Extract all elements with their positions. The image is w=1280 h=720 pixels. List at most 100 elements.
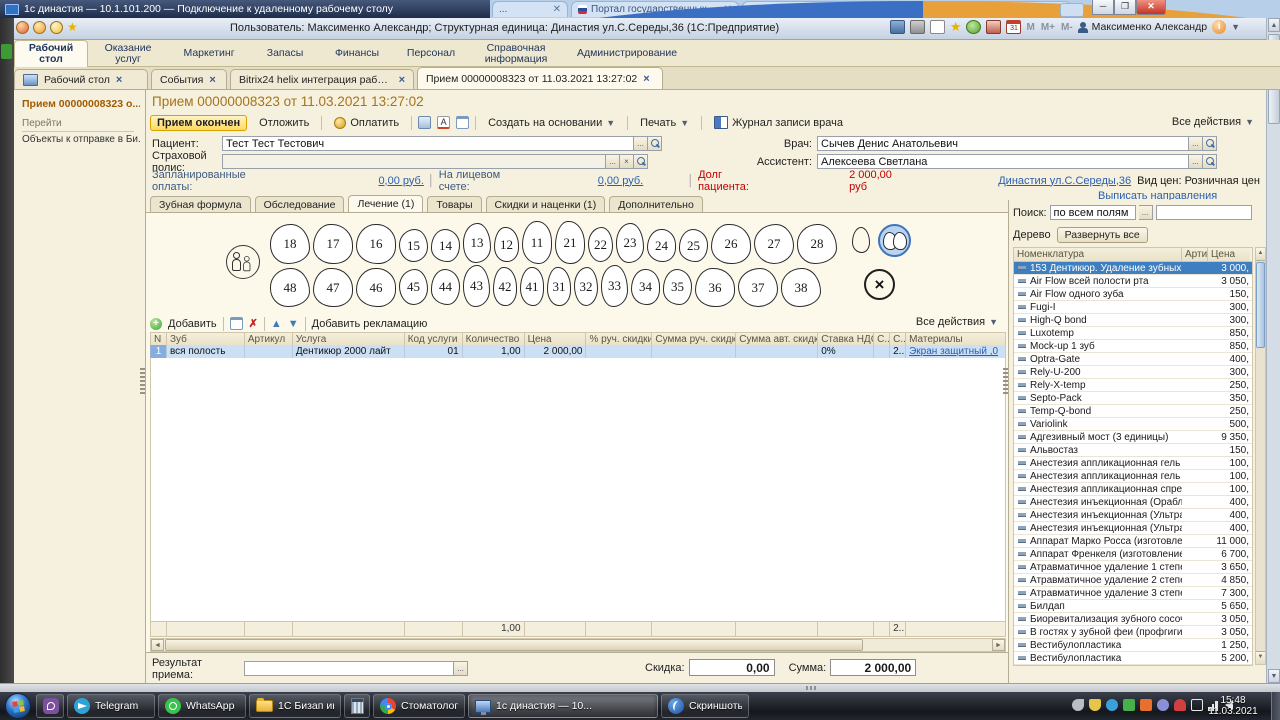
- patient-type-icon[interactable]: [226, 245, 260, 279]
- catalog-row[interactable]: Анестезия инъекционная (Ультракаин...400…: [1014, 522, 1252, 535]
- tooth-22[interactable]: 22: [588, 227, 613, 262]
- account-value[interactable]: 0,00 руб.: [598, 175, 643, 187]
- taskbar-button-chrome[interactable]: Стоматологичес...: [373, 694, 465, 718]
- window-scrollbar[interactable]: ▲ ▼: [1266, 18, 1280, 683]
- result-choose-button[interactable]: ...: [454, 661, 468, 676]
- page-tab-1[interactable]: Зубная формула: [150, 196, 251, 212]
- spellcheck-icon[interactable]: A: [437, 116, 450, 129]
- desktop-shortcut-icon[interactable]: [1, 44, 12, 59]
- print-icon[interactable]: [910, 20, 925, 34]
- policy-input[interactable]: [222, 154, 606, 169]
- tooth-12[interactable]: 12: [494, 227, 519, 262]
- main-menu-icon[interactable]: [16, 21, 29, 34]
- tooth-34[interactable]: 34: [631, 269, 660, 305]
- delete-row-icon[interactable]: ✗: [249, 317, 258, 330]
- taskbar-button-folder[interactable]: 1С Бизап интегра...: [249, 694, 341, 718]
- doc-tab[interactable]: События×: [151, 69, 227, 89]
- postpone-button[interactable]: Отложить: [253, 116, 315, 130]
- scroll-down-icon[interactable]: ▼: [1268, 669, 1280, 683]
- scroll-left-icon[interactable]: ◄: [151, 639, 164, 651]
- cell-c1[interactable]: [874, 345, 890, 358]
- selected-teeth-icon[interactable]: [878, 224, 911, 257]
- catalog-column-3[interactable]: Цена: [1208, 248, 1250, 261]
- catalog-row[interactable]: Variolink500,: [1014, 418, 1252, 431]
- cell-n[interactable]: 1: [151, 345, 167, 358]
- doc-tab[interactable]: Рабочий стол×: [14, 69, 148, 89]
- search-scope-button[interactable]: ...: [1139, 205, 1153, 220]
- tooth-35[interactable]: 35: [663, 269, 692, 305]
- catalog-row[interactable]: Аппарат Марко Росса (изготовление)11 000…: [1014, 535, 1252, 548]
- catalog-row[interactable]: Анестезия аппликационная гель100,: [1014, 470, 1252, 483]
- column-header-code[interactable]: Код услуги: [405, 332, 463, 345]
- assistant-search-icon[interactable]: [1203, 154, 1217, 169]
- catalog-row[interactable]: Адгезивный мост (3 единицы)9 350,: [1014, 431, 1252, 444]
- taskbar-button-yadisk[interactable]: Скриншоты - Ян...: [661, 694, 749, 718]
- tooth-37[interactable]: 37: [738, 268, 778, 307]
- column-header-manual_pct[interactable]: % руч. скидки: [586, 332, 652, 345]
- catalog-row[interactable]: Temp-Q-bond250,: [1014, 405, 1252, 418]
- section-tab-1[interactable]: Рабочий стол: [14, 40, 88, 67]
- cell-auto_sum[interactable]: [736, 345, 818, 358]
- remove-tooth-icon[interactable]: ×: [864, 269, 895, 300]
- services-table-body[interactable]: [150, 358, 1006, 622]
- tooth-32[interactable]: 32: [574, 267, 598, 306]
- add-row-button[interactable]: Добавить: [168, 318, 217, 330]
- catalog-row[interactable]: Mock-up 1 зуб850,: [1014, 340, 1252, 353]
- forward-icon[interactable]: [50, 21, 63, 34]
- restore-button[interactable]: ❐: [1114, 0, 1136, 15]
- hscroll-thumb[interactable]: [165, 639, 863, 651]
- tooth-13[interactable]: 13: [463, 223, 491, 263]
- doc-tab[interactable]: Прием 00000008323 от 11.03.2021 13:27:02…: [417, 67, 663, 89]
- report-icon[interactable]: [418, 116, 431, 129]
- column-header-auto_sum[interactable]: Сумма авт. скидки: [736, 332, 818, 345]
- tooth-27[interactable]: 27: [754, 224, 794, 264]
- section-tab-4[interactable]: Запасы: [250, 40, 320, 67]
- memory-key[interactable]: M-: [1061, 22, 1073, 33]
- cell-manual_sum[interactable]: [652, 345, 736, 358]
- catalog-row[interactable]: Rely-X-temp250,: [1014, 379, 1252, 392]
- tooth-31[interactable]: 31: [547, 267, 571, 306]
- cell-price[interactable]: 2 000,00: [525, 345, 587, 358]
- table-all-actions-button[interactable]: Все действия▼: [916, 316, 998, 328]
- tooth-36[interactable]: 36: [695, 268, 735, 307]
- section-tab-7[interactable]: Справочная информация: [468, 40, 564, 67]
- start-button[interactable]: [5, 693, 31, 719]
- column-header-manual_sum[interactable]: Сумма руч. скидки: [652, 332, 736, 345]
- catalog-row[interactable]: Rely-U-200300,: [1014, 366, 1252, 379]
- doctor-journal-button[interactable]: Журнал записи врача: [708, 115, 849, 130]
- taskbar-button-calc[interactable]: [344, 694, 370, 718]
- services-table-row[interactable]: 1вся полостьДентикюр 2000 лайт011,002 00…: [150, 345, 1006, 358]
- tooth-18[interactable]: 18: [270, 224, 310, 264]
- document-icon[interactable]: [456, 116, 469, 129]
- new-tab-button[interactable]: [1060, 3, 1084, 17]
- catalog-row[interactable]: Атравматичное удаление 1 степени сл...3 …: [1014, 561, 1252, 574]
- tab-close-icon[interactable]: ×: [643, 73, 649, 85]
- section-tab-8[interactable]: Администрирование: [564, 40, 690, 67]
- patient-search-icon[interactable]: [648, 136, 662, 151]
- save-icon[interactable]: [890, 20, 905, 34]
- add-claim-button[interactable]: Добавить рекламацию: [312, 318, 428, 330]
- planned-payments-value[interactable]: 0,00 руб.: [378, 175, 423, 187]
- tray-shield-icon[interactable]: [1089, 699, 1101, 711]
- browser-tab[interactable]: Стоматологическая клиника Д...✕: [742, 1, 910, 17]
- column-header-service[interactable]: Услуга: [293, 332, 405, 345]
- tooth-11[interactable]: 11: [522, 221, 552, 264]
- section-tab-5[interactable]: Финансы: [320, 40, 394, 67]
- policy-choose-button[interactable]: ...: [606, 154, 620, 169]
- splitter-grip[interactable]: [140, 368, 145, 394]
- catalog-scrollbar[interactable]: ▲ ▼: [1255, 247, 1266, 665]
- tooth-23[interactable]: 23: [616, 223, 644, 263]
- scroll-up-icon[interactable]: ▲: [1268, 18, 1280, 32]
- tooth-33[interactable]: 33: [601, 265, 628, 307]
- show-desktop-button[interactable]: [1271, 692, 1280, 720]
- cell-qty[interactable]: 1,00: [463, 345, 525, 358]
- doc-tab[interactable]: Bitrix24 helix интеграция рабочая×: [230, 69, 414, 89]
- catalog-row[interactable]: High-Q bond300,: [1014, 314, 1252, 327]
- rdp-title-bar[interactable]: 1с династия — 10.1.101.200 — Подключение…: [0, 0, 490, 18]
- taskbar-button-telegram[interactable]: Telegram: [67, 694, 155, 718]
- search-input[interactable]: [1156, 205, 1252, 220]
- page-tab-6[interactable]: Дополнительно: [609, 196, 703, 212]
- catalog-column-1[interactable]: Номенклатура: [1014, 248, 1182, 261]
- finish-reception-button[interactable]: Прием окончен: [150, 115, 247, 131]
- tooth-17[interactable]: 17: [313, 224, 353, 264]
